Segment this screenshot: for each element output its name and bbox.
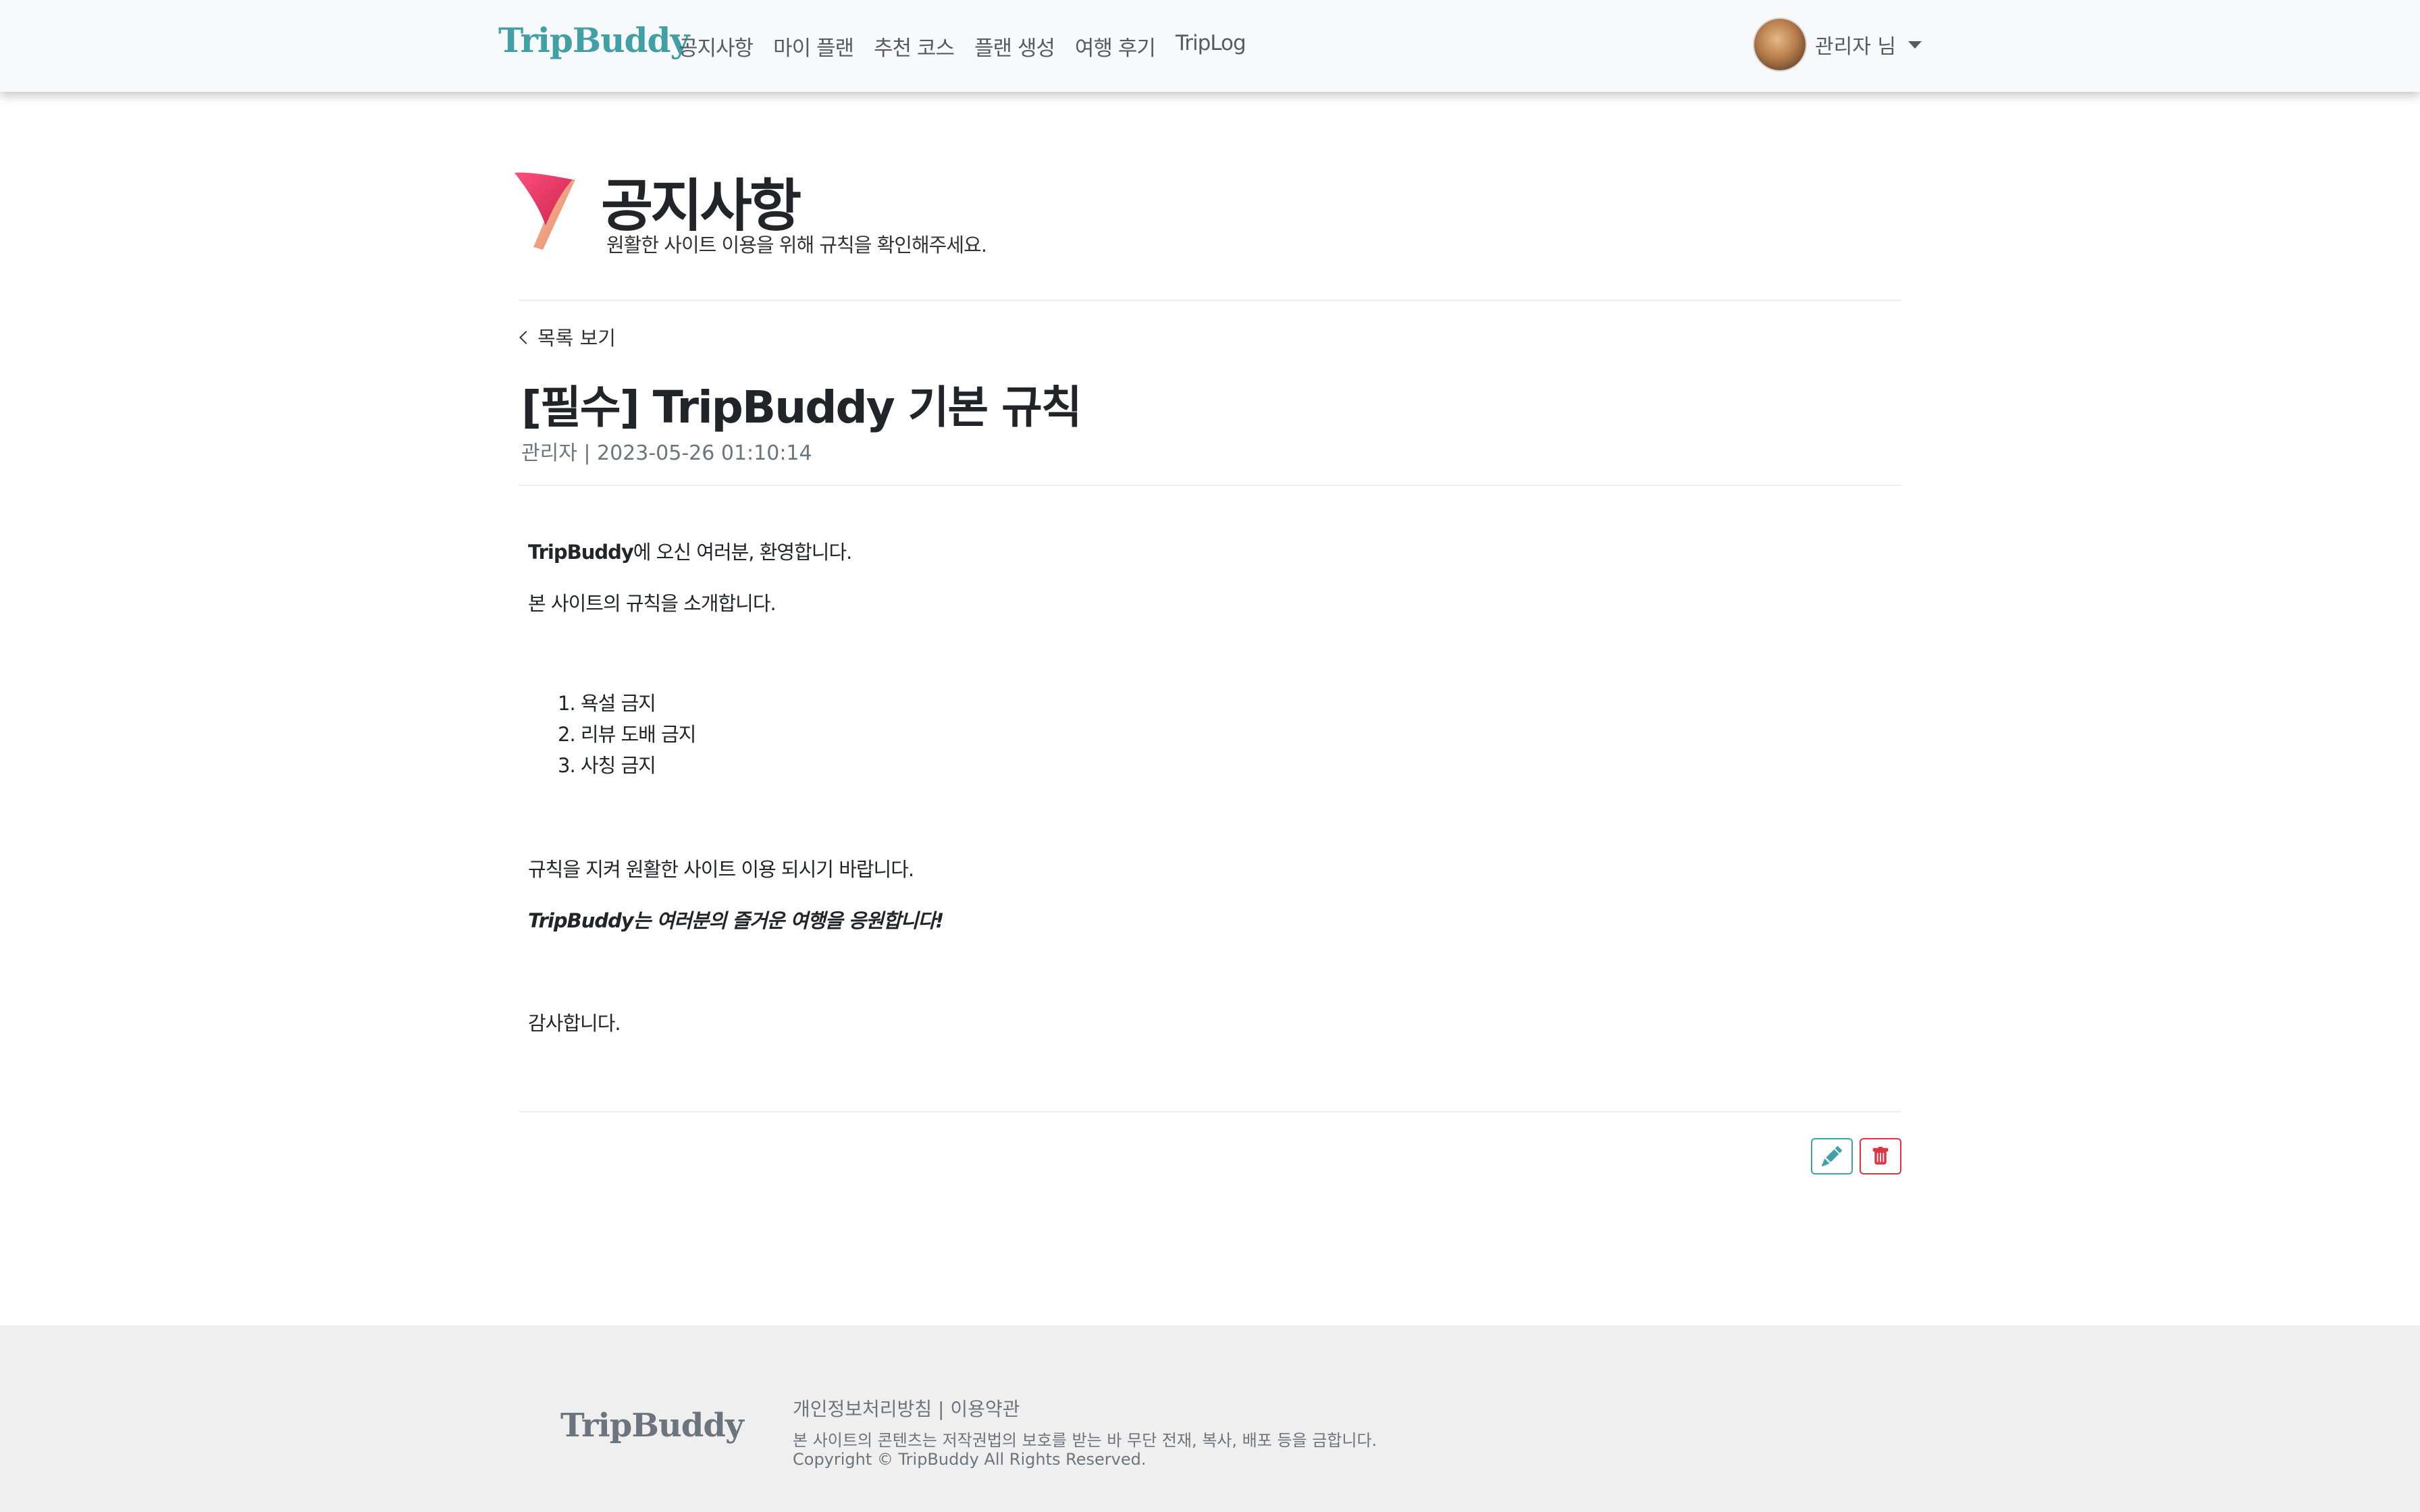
nav-link-travel-review[interactable]: 여행 후기 [1075,31,1156,61]
welcome-brand: TripBuddy [528,541,634,564]
flag-icon [515,172,575,250]
list-item: 3. 사칭 금지 [558,754,656,777]
page-subtitle: 원활한 사이트 이용을 위해 규칙을 확인해주세요. [606,234,987,256]
welcome-text: 에 오신 여러분, 환영합니다. [633,541,853,564]
post-meta: 관리자 | 2023-05-26 01:10:14 [521,441,812,465]
footer-copyright: Copyright © TripBuddy All Rights Reserve… [793,1450,1147,1469]
footer-notice: 본 사이트의 콘텐츠는 저작권법의 보호를 받는 바 무단 전재, 복사, 배포… [793,1431,1377,1450]
nav-link-my-plan[interactable]: 마이 플랜 [773,31,854,61]
avatar [1754,19,1806,70]
nav-link-notice[interactable]: 공지사항 [679,31,754,61]
nav-link-create-plan[interactable]: 플랜 생성 [974,31,1055,61]
back-to-list-link[interactable]: 목록 보기 [519,323,616,351]
divider [519,1111,1901,1112]
divider [519,300,1901,301]
delete-button[interactable] [1860,1138,1901,1174]
caret-down-icon [1908,40,1922,49]
divider [519,485,1901,486]
pencil-icon [1822,1146,1842,1166]
footer-links: 개인정보처리방침 | 이용약관 [793,1395,1020,1422]
post-title: [필수] TripBuddy 기본 규칙 [521,381,1082,433]
footer-separator: | [932,1398,951,1420]
chevron-left-icon [519,331,533,344]
brand-logo[interactable]: TripBuddy [498,20,689,60]
nav-link-triplog[interactable]: TripLog [1176,31,1246,61]
welcome-line: TripBuddy에 오신 여러분, 환영합니다. [528,541,853,564]
cheer-line: TripBuddy는 여러분의 즐거운 여행을 응원합니다! [528,909,944,932]
privacy-policy-link[interactable]: 개인정보처리방침 [793,1398,932,1420]
trash-icon [1872,1147,1889,1165]
user-menu-dropdown[interactable]: 관리자 님 [1754,19,1922,70]
thanks-line: 감사합니다. [528,1012,621,1035]
edit-button[interactable] [1811,1138,1853,1174]
nav-link-recommended-course[interactable]: 추천 코스 [874,31,955,61]
user-name: 관리자 님 [1815,35,1896,59]
closing-line: 규칙을 지켜 원활한 사이트 이용 되시기 바랍니다. [528,858,914,881]
nav-links: 공지사항 마이 플랜 추천 코스 플랜 생성 여행 후기 TripLog [679,31,1246,61]
back-to-list-label: 목록 보기 [537,327,616,350]
footer-logo: TripBuddy [560,1407,744,1444]
navbar: TripBuddy 공지사항 마이 플랜 추천 코스 플랜 생성 여행 후기 T… [0,0,2420,92]
terms-link[interactable]: 이용약관 [950,1398,1020,1420]
intro-line: 본 사이트의 규칙을 소개합니다. [528,592,777,615]
footer: TripBuddy 개인정보처리방침 | 이용약관 본 사이트의 콘텐츠는 저작… [0,1326,2420,1512]
list-item: 1. 욕설 금지 [558,692,656,715]
list-item: 2. 리뷰 도배 금지 [558,723,696,746]
rules-list: 1. 욕설 금지 2. 리뷰 도배 금지 3. 사칭 금지 [558,692,696,787]
